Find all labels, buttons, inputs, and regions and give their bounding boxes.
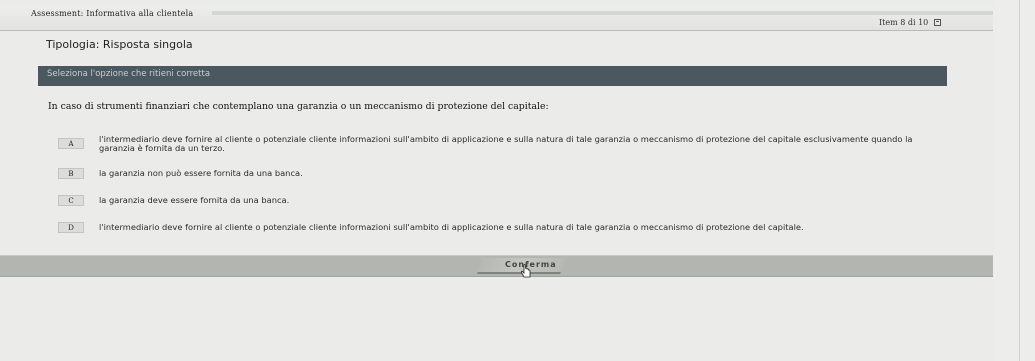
option-c-text[interactable]: la garanzia deve essere fornita da una b…	[99, 196, 939, 205]
instruction-text: Seleziona l'opzione che ritieni corretta	[47, 69, 211, 79]
page	[0, 0, 993, 361]
option-d-text[interactable]: l'intermediario deve fornire al cliente …	[99, 223, 939, 232]
top-bar-stripe	[212, 11, 993, 15]
option-c-badge[interactable]: C	[58, 195, 84, 206]
question-text: In caso di strumenti finanziari che cont…	[48, 101, 549, 112]
assessment-title: Assessment: Informativa alla clientela	[31, 9, 194, 18]
hand-cursor-icon	[520, 264, 531, 278]
option-a-text[interactable]: l'intermediario deve fornire al cliente …	[99, 135, 939, 153]
right-gutter	[993, 0, 1035, 361]
gutter-divider	[1019, 0, 1020, 361]
flag-icon[interactable]	[934, 19, 941, 26]
item-counter: Item 8 di 10	[879, 18, 929, 27]
instruction-bar: Seleziona l'opzione che ritieni corretta	[38, 66, 947, 86]
option-b-text[interactable]: la garanzia non può essere fornita da un…	[99, 169, 939, 178]
question-type: Tipologia: Risposta singola	[46, 38, 193, 51]
top-bar: Assessment: Informativa alla clientela	[0, 6, 993, 31]
option-a-badge[interactable]: A	[58, 138, 84, 149]
option-d-badge[interactable]: D	[58, 222, 84, 233]
option-b-badge[interactable]: B	[58, 168, 84, 179]
